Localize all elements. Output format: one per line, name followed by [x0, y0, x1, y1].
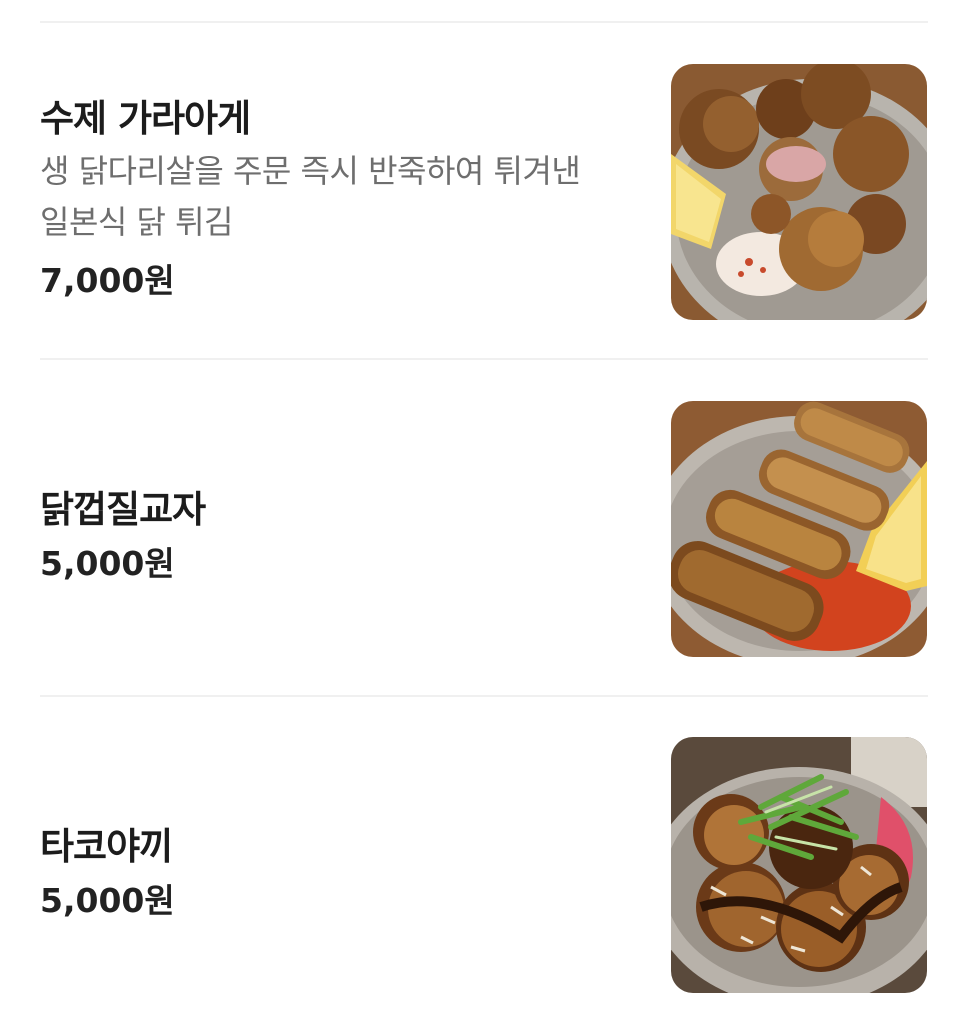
menu-item-price: 5,000원 [40, 544, 175, 583]
menu-item-chicken-skin-gyoza[interactable]: 닭껍질교자 5,000원 [0, 360, 966, 697]
menu-item-karaage[interactable]: 수제 가라아게 생 닭다리살을 주문 즉시 반죽하여 튀겨낸 일본식 닭 튀김 … [0, 0, 966, 360]
chicken-skin-gyoza-photo[interactable] [671, 401, 927, 657]
menu-item-price: 7,000원 [40, 261, 175, 300]
karaage-photo[interactable] [671, 64, 927, 320]
menu-item-price: 5,000원 [40, 881, 175, 920]
menu-item-name: 타코야끼 [40, 825, 173, 868]
menu-item-name: 수제 가라아게 [40, 97, 251, 140]
menu-item-name: 닭껍질교자 [40, 488, 206, 531]
menu-item-description: 생 닭다리살을 주문 즉시 반죽하여 튀겨낸 일본식 닭 튀김 [40, 146, 640, 248]
menu-item-description-line: 일본식 닭 튀김 [40, 203, 233, 241]
menu-item-takoyaki[interactable]: 타코야끼 5,000원 [0, 697, 966, 1029]
menu-item-description-line: 생 닭다리살을 주문 즉시 반죽하여 튀겨낸 [40, 152, 581, 190]
takoyaki-photo[interactable] [671, 737, 927, 993]
